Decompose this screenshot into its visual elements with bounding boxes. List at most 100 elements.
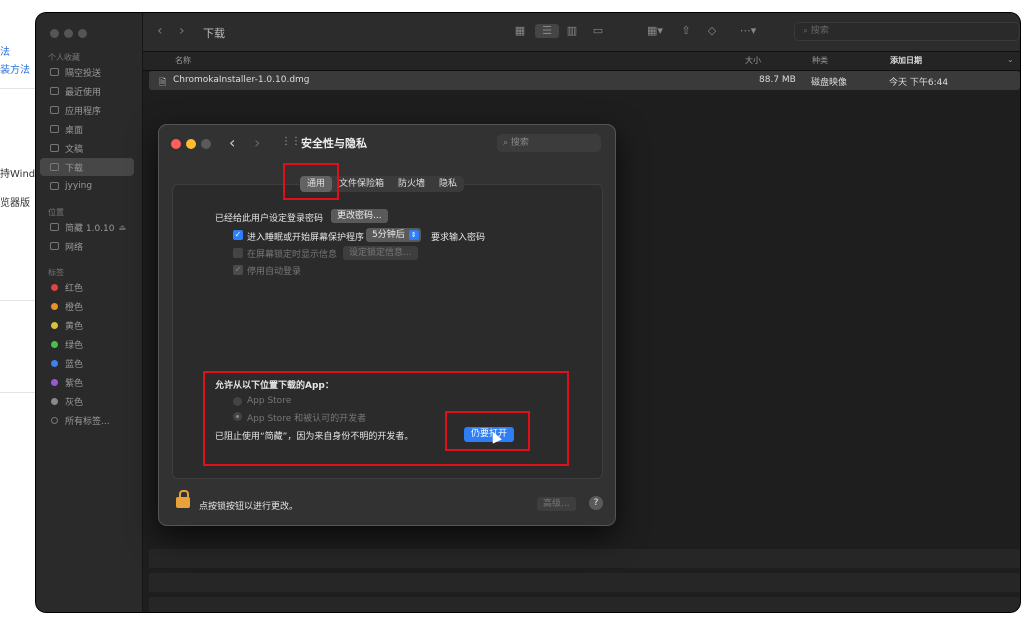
globe-icon [50,242,59,250]
tab-filevault[interactable]: 文件保险箱 [332,176,391,192]
file-kind: 磁盘映像 [811,78,848,88]
tab-firewall[interactable]: 防火墙 [391,176,432,192]
app-store-radio[interactable] [233,397,242,406]
show-all-grid-icon[interactable]: ⋮⋮⋮ [281,136,311,148]
tags-icon [51,416,58,424]
file-size: 88.7 MB [759,75,796,85]
close-window-button[interactable] [171,139,181,149]
more-actions-icon[interactable]: ⋯▾ [735,24,761,38]
column-view-icon[interactable]: ▥ [563,24,581,38]
sidebar-item-downloads[interactable]: 下载 [40,158,134,176]
zoom-window-button[interactable] [201,139,211,149]
search-input[interactable]: ⌕ 搜索 [794,22,1020,41]
disk-icon [50,223,59,231]
sidebar-tag-purple[interactable]: 紫色 [40,373,134,391]
stepper-arrows-icon: ⇕ [408,230,419,240]
eject-icon[interactable]: ⏏ [118,223,126,232]
delay-select[interactable]: 5分钟后 ⇕ [366,228,421,242]
back-icon[interactable]: ‹ [229,133,235,152]
sidebar-item-network[interactable]: 网络 [40,237,134,255]
set-lock-message-button[interactable]: 设定锁定信息... [343,246,418,260]
share-icon[interactable]: ⇧ [677,24,695,38]
sidebar-item-desktop[interactable]: 桌面 [40,120,134,138]
column-kind[interactable]: 种类 [812,55,828,66]
tag-dot-icon [51,302,58,310]
window-title: 下载 [203,27,225,40]
empty-row [149,597,1020,612]
sidebar-tag-blue[interactable]: 蓝色 [40,354,134,372]
column-name[interactable]: 名称 [175,55,191,66]
home-icon [50,182,59,190]
lock-message-checkbox[interactable] [233,248,243,258]
background-divider [0,88,40,89]
list-view-icon[interactable]: ☰ [535,24,559,38]
background-browser-page: 法 装方法 持Windo 览器版 [0,0,41,621]
minimize-window-button[interactable] [186,139,196,149]
sidebar-item-documents[interactable]: 文稿 [40,139,134,157]
identified-developers-label: App Store 和被认可的开发者 [247,414,367,424]
sidebar-item-recents[interactable]: 最近使用 [40,82,134,100]
background-text-2: 览器版 [0,198,30,209]
empty-row [149,549,1020,568]
change-password-button[interactable]: 更改密码... [331,209,388,223]
disable-autologin-label: 停用自动登录 [247,267,302,277]
column-date-added[interactable]: 添加日期 [890,55,922,66]
document-icon [50,144,59,152]
tab-general[interactable]: 通用 [300,176,333,192]
sidebar-tag-yellow[interactable]: 黄色 [40,316,134,334]
gallery-view-icon[interactable]: ▭ [589,24,607,38]
background-link-1[interactable]: 法 [0,43,10,58]
desktop-icon [50,125,59,133]
sidebar-tag-red[interactable]: 红色 [40,278,134,296]
forward-icon[interactable]: › [254,133,260,152]
allow-apps-heading: 允许从以下位置下载的App： [215,381,334,391]
sidebar-tag-green[interactable]: 绿色 [40,335,134,353]
chevron-down-icon[interactable]: ⌄ [1007,55,1014,64]
finder-sidebar: 个人收藏 隔空投送 最近使用 应用程序 桌面 文稿 下载 jyying 位置 简… [36,13,143,612]
column-size[interactable]: 大小 [745,55,761,66]
blocked-app-message: 已阻止使用“简藏”，因为来自身份不明的开发者。 [215,432,414,442]
disable-autologin-checkbox[interactable]: ✓ [233,265,243,275]
applications-icon [50,106,59,114]
require-password-label: 要求输入密码 [431,233,486,243]
search-icon: ⌕ [503,138,511,148]
minimize-window-button[interactable] [64,29,73,38]
tag-dot-icon [51,397,58,405]
advanced-button[interactable]: 高级... [537,497,576,511]
close-window-button[interactable] [50,29,59,38]
background-divider [0,392,40,393]
sidebar-section-favorites: 个人收藏 [48,53,80,62]
tab-bar: 通用 文件保险箱 防火墙 隐私 [300,176,465,192]
table-row[interactable]: 🗎 ChromokaInstaller-1.0.10.dmg 88.7 MB 磁… [149,71,1020,90]
tag-dot-icon [51,321,58,329]
tag-icon[interactable]: ◇ [703,24,721,38]
require-password-checkbox[interactable]: ✓ [233,230,243,240]
search-input[interactable]: ⌕ 搜索 [497,134,601,152]
lock-body [176,497,190,508]
help-button[interactable]: ? [589,496,603,510]
sidebar-all-tags[interactable]: 所有标签... [40,411,134,429]
background-link-2[interactable]: 装方法 [0,61,30,76]
sidebar-item-applications[interactable]: 应用程序 [40,101,134,119]
tag-dot-icon [51,283,58,291]
app-store-option-label: App Store [247,396,292,406]
file-date: 今天 下午6:44 [889,78,949,88]
icon-view-icon[interactable]: ▦ [511,24,529,38]
lock-label: 点按锁按钮以进行更改。 [199,502,299,512]
identified-developers-radio[interactable] [233,412,242,421]
sidebar-item-disk-image[interactable]: 简藏 1.0.10 ⏏ [40,218,134,236]
sidebar-tag-orange[interactable]: 橙色 [40,297,134,315]
column-header: 名称 大小 种类 添加日期 ⌄ [143,52,1020,71]
sidebar-tag-gray[interactable]: 灰色 [40,392,134,410]
group-icon[interactable]: ▦▾ [643,24,667,38]
back-icon[interactable]: ‹ [157,23,163,39]
sidebar-item-home[interactable]: jyying [40,177,134,195]
password-set-label: 已经给此用户设定登录密码 [215,214,324,224]
clock-icon [50,87,59,95]
forward-icon[interactable]: › [179,23,185,39]
lock-icon[interactable] [176,490,190,508]
background-divider [0,300,40,301]
zoom-window-button[interactable] [78,29,87,38]
sidebar-item-airdrop[interactable]: 隔空投送 [40,63,134,81]
tab-privacy[interactable]: 隐私 [432,176,464,192]
